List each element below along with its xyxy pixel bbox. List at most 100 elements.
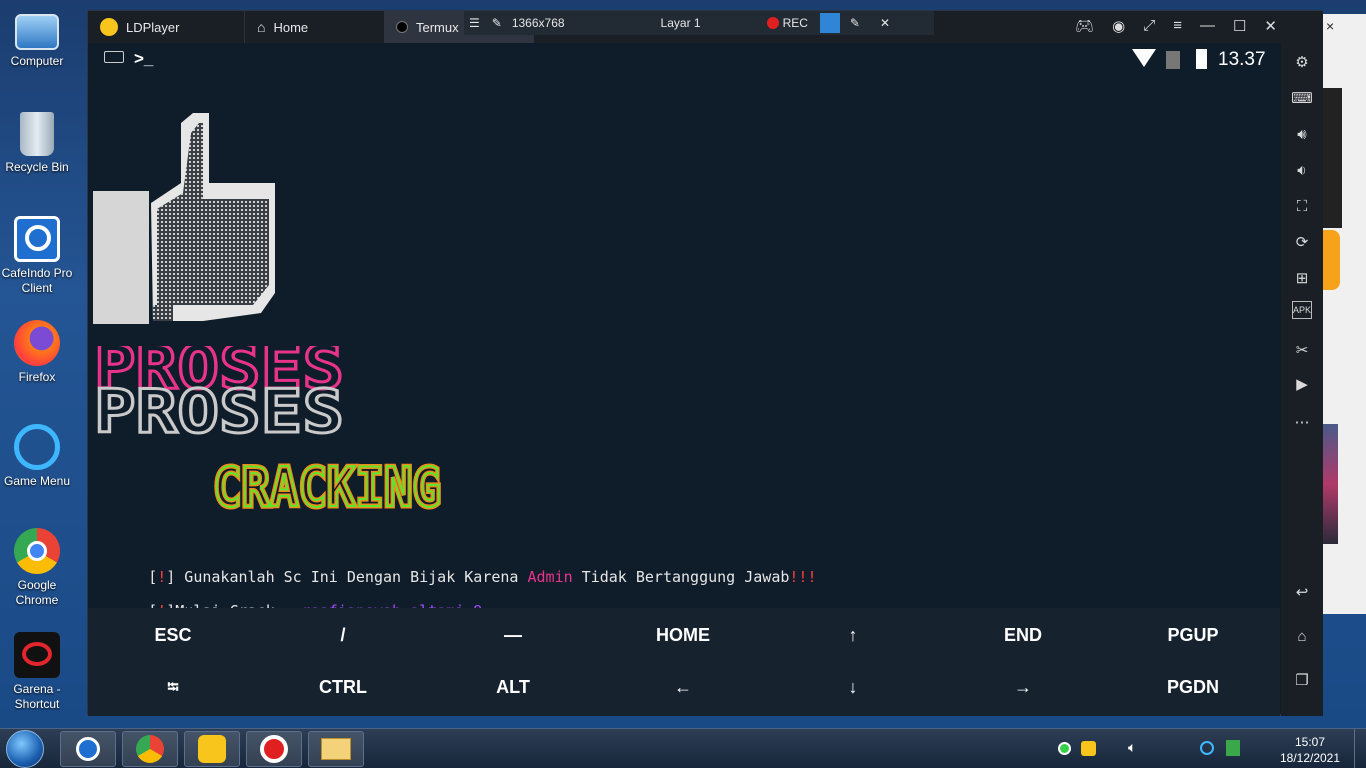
start-button[interactable] [6, 730, 44, 768]
banner-cracking: CRACKING CRACKING [213, 456, 444, 516]
record-dot-icon[interactable] [766, 17, 779, 29]
fullscreen-icon[interactable]: ⛶ [1289, 193, 1315, 219]
desktop-icon-label: Recycle Bin [5, 160, 69, 174]
close-icon[interactable]: ✕ [1264, 17, 1277, 35]
key-ctrl[interactable]: CTRL [258, 677, 428, 698]
tray-network-icon[interactable] [1200, 741, 1214, 755]
pencil-icon[interactable]: ✎ [850, 16, 860, 30]
app-title: LDPlayer [88, 11, 238, 43]
home-button-icon[interactable]: ⌂ [1289, 623, 1315, 649]
tab-home[interactable]: ⌂ Home [244, 11, 384, 43]
tab-termux-label: Termux [416, 19, 459, 35]
desktop-icon-computer[interactable]: Computer [0, 10, 74, 69]
folder-icon [321, 738, 351, 760]
key-tab[interactable]: ⭾ [88, 677, 258, 702]
banner-proses: PROSES PROSES [94, 346, 346, 438]
key-right[interactable]: → [938, 677, 1108, 698]
close-icon[interactable]: × [1326, 18, 1334, 34]
apk-icon[interactable]: APK [1292, 301, 1312, 319]
game-menu-icon [14, 424, 60, 470]
desktop-icon-garena[interactable]: Garena - Shortcut [0, 632, 74, 712]
desktop-icon-label: CafeIndo Pro Client [1, 266, 73, 295]
key-pgup[interactable]: PGUP [1108, 625, 1278, 646]
tray-volume-icon[interactable]: 🔈︎ [1128, 739, 1136, 756]
settings-gear-icon[interactable]: ⚙︎ [1289, 49, 1315, 75]
termux-extra-keys: ESC / — HOME ↑ END PGUP ⭾ CTRL ALT ← ↓ →… [88, 608, 1280, 716]
ldplayer-logo-icon [100, 18, 118, 36]
add-icon[interactable]: ⊞ [1289, 265, 1315, 291]
record-icon [260, 735, 288, 763]
key-end[interactable]: END [938, 625, 1108, 646]
volume-up-icon[interactable]: 🔊︎ [1289, 121, 1315, 147]
clock-date: 18/12/2021 [1279, 751, 1341, 765]
battery-icon [1196, 49, 1207, 69]
no-sim-icon [1166, 51, 1180, 69]
cafeindo-icon [14, 216, 60, 262]
recent-apps-icon[interactable]: ❐ [1289, 667, 1315, 693]
key-up[interactable]: ↑ [768, 625, 938, 646]
key-alt[interactable]: ALT [428, 677, 598, 698]
keyboard-mapping-icon[interactable]: ⌨︎ [1289, 85, 1315, 111]
background-window: × [1320, 14, 1366, 614]
desktop-icon-label: Google Chrome [15, 578, 59, 607]
hamburger-icon[interactable]: ≡ [1173, 17, 1182, 35]
tray-security-icon[interactable] [1226, 740, 1240, 756]
desktop-icon-recycle-bin[interactable]: Recycle Bin [0, 112, 74, 175]
taskbar-ldplayer[interactable] [184, 731, 240, 767]
key-home[interactable]: HOME [598, 625, 768, 646]
key-down[interactable]: ↓ [768, 677, 938, 698]
desktop-icon-chrome[interactable]: Google Chrome [0, 528, 74, 608]
camera-icon[interactable] [819, 13, 840, 33]
desktop-icon-label: Firefox [18, 370, 56, 384]
terminal-prompt-icon: >_ [134, 49, 154, 68]
pin-icon[interactable]: ✎ [492, 16, 502, 30]
ldplayer-icon [198, 735, 226, 763]
minimize-icon[interactable]: — [1200, 17, 1215, 35]
key-esc[interactable]: ESC [88, 625, 258, 646]
background-panel [1320, 88, 1342, 228]
more-icon[interactable]: ⋯ [1289, 409, 1315, 435]
key-slash[interactable]: / [258, 625, 428, 646]
back-icon[interactable]: ↩ [1289, 579, 1315, 605]
tray-ldplayer-icon[interactable] [1081, 741, 1096, 756]
window-controls: 🎮︎ ◉ ⤢ ≡ — ☐ ✕ [1075, 17, 1277, 35]
gamepad-icon[interactable]: 🎮︎ [1075, 17, 1094, 35]
key-left[interactable]: ← [598, 677, 768, 698]
banner-proses-bottom: PROSES [94, 377, 344, 438]
taskbar-explorer[interactable] [308, 731, 364, 767]
home-icon: ⌂ [257, 19, 266, 35]
volume-down-icon[interactable]: 🔉︎ [1289, 157, 1315, 183]
banner-cracking-inner: CRACKING [213, 456, 441, 516]
tray-green-icon[interactable] [1058, 742, 1071, 755]
video-icon[interactable]: ▶ [1289, 371, 1315, 397]
toolbar-close-icon[interactable]: ✕ [880, 16, 890, 30]
desktop-icon-game-menu[interactable]: Game Menu [0, 424, 74, 489]
key-dash[interactable]: — [428, 625, 598, 646]
maximize-icon[interactable]: ☐ [1233, 17, 1246, 35]
key-pgdn[interactable]: PGDN [1108, 677, 1278, 698]
taskbar-chrome[interactable] [122, 731, 178, 767]
desktop-icon-firefox[interactable]: Firefox [0, 320, 74, 385]
app-name: LDPlayer [126, 19, 180, 35]
tray-clock[interactable]: 15:07 18/12/2021 [1274, 734, 1346, 766]
account-icon[interactable]: ◉ [1112, 17, 1125, 35]
taskbar-recorder[interactable] [246, 731, 302, 767]
menu-icon[interactable]: ☰ [469, 16, 480, 30]
expand-icon[interactable]: ⤢ [1143, 17, 1155, 35]
taskbar-cafeindo[interactable] [60, 731, 116, 767]
scissors-icon[interactable]: ✂ [1289, 337, 1315, 363]
title-bar: LDPlayer ⌂ Home Termux × ☰ ✎ 1366x768 La… [88, 11, 1323, 43]
recording-toolbar: ☰ ✎ 1366x768 Layar 1 REC ✎ ✕ [464, 11, 934, 35]
warning-text-rest: Tidak Bertanggung Jawab [572, 568, 790, 586]
show-desktop-button[interactable] [1354, 729, 1366, 768]
resolution-label: 1366x768 [511, 16, 565, 30]
layer-label[interactable]: Layar 1 [661, 16, 701, 30]
android-status-bar: >_ 13.37 [88, 43, 1280, 78]
record-operation-icon[interactable]: ⟳ [1289, 229, 1315, 255]
rec-button[interactable]: REC [783, 16, 808, 30]
firefox-icon [14, 320, 60, 366]
ldplayer-sidebar: ⚙︎ ⌨︎ 🔊︎ 🔉︎ ⛶ ⟳ ⊞ APK ✂ ▶ ⋯ ↩ ⌂ ❐ [1281, 11, 1323, 716]
chrome-icon [136, 735, 164, 763]
termux-terminal[interactable]: PROSES PROSES CRACKING CRACKING [!] Guna… [88, 78, 1280, 620]
desktop-icon-cafeindo[interactable]: CafeIndo Pro Client [0, 216, 74, 296]
